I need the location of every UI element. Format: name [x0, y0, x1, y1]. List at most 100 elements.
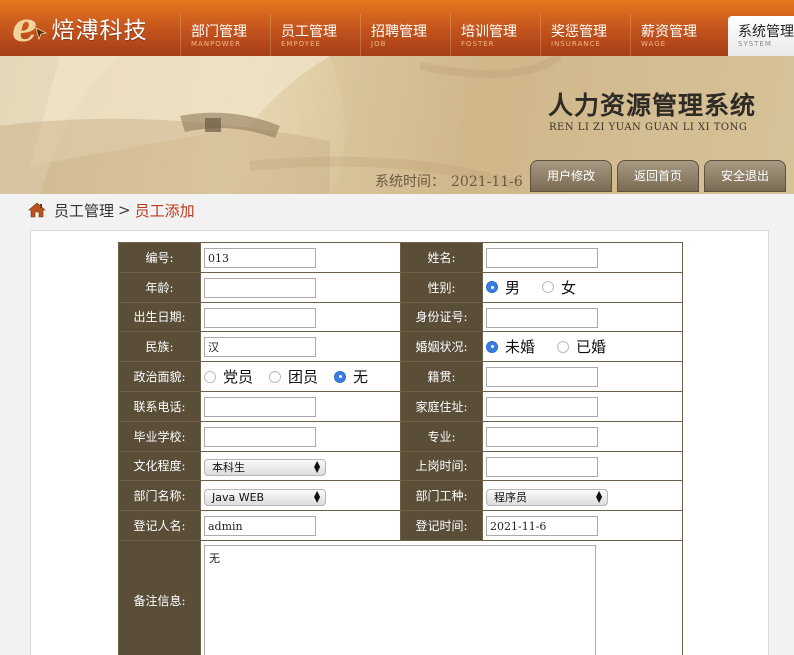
- phone-input[interactable]: [204, 397, 316, 418]
- nav-tab-sublabel: SYSTEM: [738, 40, 772, 48]
- form-panel: 编号: 姓名: 年龄: 性别: 男 女 出生日期: 身份证号:: [30, 230, 769, 655]
- form-row: 联系电话: 家庭住址:: [118, 390, 683, 422]
- app-root: e 焙溥科技 部门管理 MANPOWER 员工管理 EMPOYEE 招聘管理 JOB …: [0, 0, 794, 655]
- idcard-input[interactable]: [486, 307, 598, 328]
- major-label: 专业:: [400, 420, 483, 452]
- job-type-select[interactable]: 程序员 ▲ ▼: [486, 488, 608, 506]
- age-label: 年龄:: [118, 271, 201, 303]
- marital-single-radio[interactable]: [486, 340, 498, 353]
- education-label: 文化程度:: [118, 450, 201, 482]
- political-radio-group: 党员 团员 无: [204, 366, 397, 387]
- birth-label: 出生日期:: [118, 301, 201, 333]
- form-row: 登记人名: 登记时间:: [118, 510, 683, 541]
- nav-tab-employee[interactable]: 员工管理 EMPOYEE: [270, 14, 360, 56]
- political-none-radio[interactable]: [334, 370, 347, 383]
- id-label: 编号:: [118, 242, 201, 273]
- home-button[interactable]: 返回首页: [617, 160, 699, 192]
- nav-tab-sublabel: EMPOYEE: [281, 40, 321, 48]
- system-time: 系统时间： 2021-11-6: [375, 171, 523, 191]
- gender-female-radio[interactable]: [542, 281, 555, 294]
- top-bar: e 焙溥科技 部门管理 MANPOWER 员工管理 EMPOYEE 招聘管理 JOB …: [0, 0, 794, 56]
- gender-male-label: 男: [505, 278, 521, 297]
- edit-user-button[interactable]: 用户修改: [530, 160, 612, 192]
- registrar-label: 登记人名:: [118, 510, 201, 541]
- banner: 人力资源管理系统 REN LI ZI YUAN GUAN LI XI TONG …: [0, 56, 794, 194]
- gender-radio-group: 男 女: [486, 277, 679, 298]
- start-time-input[interactable]: [486, 456, 598, 477]
- logout-button[interactable]: 安全退出: [704, 160, 786, 192]
- breadcrumb: 员工管理 > 员工添加: [28, 200, 195, 220]
- logo-e-icon: e: [12, 8, 48, 48]
- nav-tab-dept[interactable]: 部门管理 MANPOWER: [180, 14, 270, 56]
- system-time-label: 系统时间：: [375, 174, 445, 190]
- political-league-label: 团员: [288, 368, 319, 387]
- form-row: 编号: 姓名:: [118, 242, 683, 273]
- nav-tab-label: 薪资管理: [641, 24, 697, 40]
- nav-tab-sublabel: JOB: [371, 40, 387, 48]
- nav-tab-label: 培训管理: [461, 24, 517, 40]
- breadcrumb-parent[interactable]: 员工管理: [54, 200, 114, 221]
- political-league-radio[interactable]: [269, 370, 282, 383]
- select-arrows-icon: ▲ ▼: [596, 488, 603, 504]
- logo-text: 焙溥科技: [51, 18, 148, 44]
- school-label: 毕业学校:: [118, 420, 201, 452]
- school-input[interactable]: [204, 426, 316, 447]
- political-party-label: 党员: [223, 368, 254, 387]
- political-label: 政治面貌:: [118, 361, 201, 392]
- form-row: 民族: 婚姻状况: 未婚 已婚: [118, 331, 683, 363]
- job-type-select-value: 程序员: [494, 490, 527, 504]
- reg-time-label: 登记时间:: [400, 510, 483, 541]
- nav-tab-sublabel: WAGE: [641, 40, 667, 48]
- birth-input[interactable]: [204, 307, 316, 328]
- nav-tab-training[interactable]: 培训管理 FOSTER: [450, 14, 540, 56]
- home-icon: [28, 202, 46, 218]
- marital-married-radio[interactable]: [557, 340, 570, 353]
- remark-textarea[interactable]: 无: [204, 544, 596, 655]
- native-input[interactable]: [486, 367, 598, 388]
- nav-tab-label: 招聘管理: [371, 24, 427, 40]
- nav-tab-sublabel: MANPOWER: [191, 40, 242, 48]
- nav-tab-reward[interactable]: 奖惩管理 INSURANCE: [540, 14, 630, 56]
- employee-add-form: 编号: 姓名: 年龄: 性别: 男 女 出生日期: 身份证号:: [118, 242, 683, 655]
- name-input[interactable]: [486, 248, 598, 269]
- nav-tab-sublabel: INSURANCE: [551, 40, 601, 48]
- form-row: 出生日期: 身份证号:: [118, 301, 683, 333]
- main-nav: 部门管理 MANPOWER 员工管理 EMPOYEE 招聘管理 JOB 培训管理 FOS…: [180, 14, 794, 56]
- education-select[interactable]: 本科生 ▲ ▼: [204, 458, 326, 476]
- gender-female-label: 女: [561, 278, 577, 297]
- marital-label: 婚姻状况:: [400, 331, 483, 363]
- id-input[interactable]: [204, 248, 316, 269]
- nav-tab-label: 员工管理: [281, 24, 337, 40]
- marital-single-label: 未婚: [505, 338, 536, 357]
- nav-tab-sublabel: FOSTER: [461, 40, 495, 48]
- marital-married-label: 已婚: [576, 338, 607, 357]
- nav-tab-label: 系统管理: [738, 24, 794, 40]
- nav-tab-system[interactable]: 系统管理 SYSTEM: [728, 16, 794, 56]
- political-party-radio[interactable]: [204, 370, 216, 383]
- nav-tab-recruit[interactable]: 招聘管理 JOB: [360, 14, 450, 56]
- system-time-value: 2021-11-6: [451, 174, 523, 190]
- name-label: 姓名:: [400, 242, 483, 273]
- breadcrumb-current: 员工添加: [134, 201, 195, 220]
- dept-select[interactable]: Java WEB ▲ ▼: [204, 488, 326, 506]
- gender-male-radio[interactable]: [486, 281, 498, 294]
- registrar-input[interactable]: [204, 516, 316, 537]
- form-row: 年龄: 性别: 男 女: [118, 271, 683, 303]
- form-row: 毕业学校: 专业:: [118, 420, 683, 452]
- system-title: 人力资源管理系统: [548, 91, 757, 120]
- phone-label: 联系电话:: [118, 390, 201, 422]
- ethnic-label: 民族:: [118, 331, 201, 363]
- marital-radio-group: 未婚 已婚: [486, 336, 679, 357]
- job-type-label: 部门工种:: [400, 480, 483, 512]
- age-input[interactable]: [204, 277, 316, 298]
- nav-tab-label: 奖惩管理: [551, 24, 607, 40]
- reg-time-input[interactable]: [486, 516, 598, 537]
- dept-select-value: Java WEB: [212, 490, 265, 504]
- form-row: 文化程度: 本科生 ▲ ▼ 上岗时间:: [118, 450, 683, 482]
- nav-tab-salary[interactable]: 薪资管理 WAGE: [630, 14, 720, 56]
- ethnic-input[interactable]: [204, 337, 316, 358]
- form-row: 备注信息: 无: [118, 539, 683, 655]
- major-input[interactable]: [486, 426, 598, 447]
- address-input[interactable]: [486, 397, 598, 418]
- breadcrumb-separator: >: [118, 201, 131, 219]
